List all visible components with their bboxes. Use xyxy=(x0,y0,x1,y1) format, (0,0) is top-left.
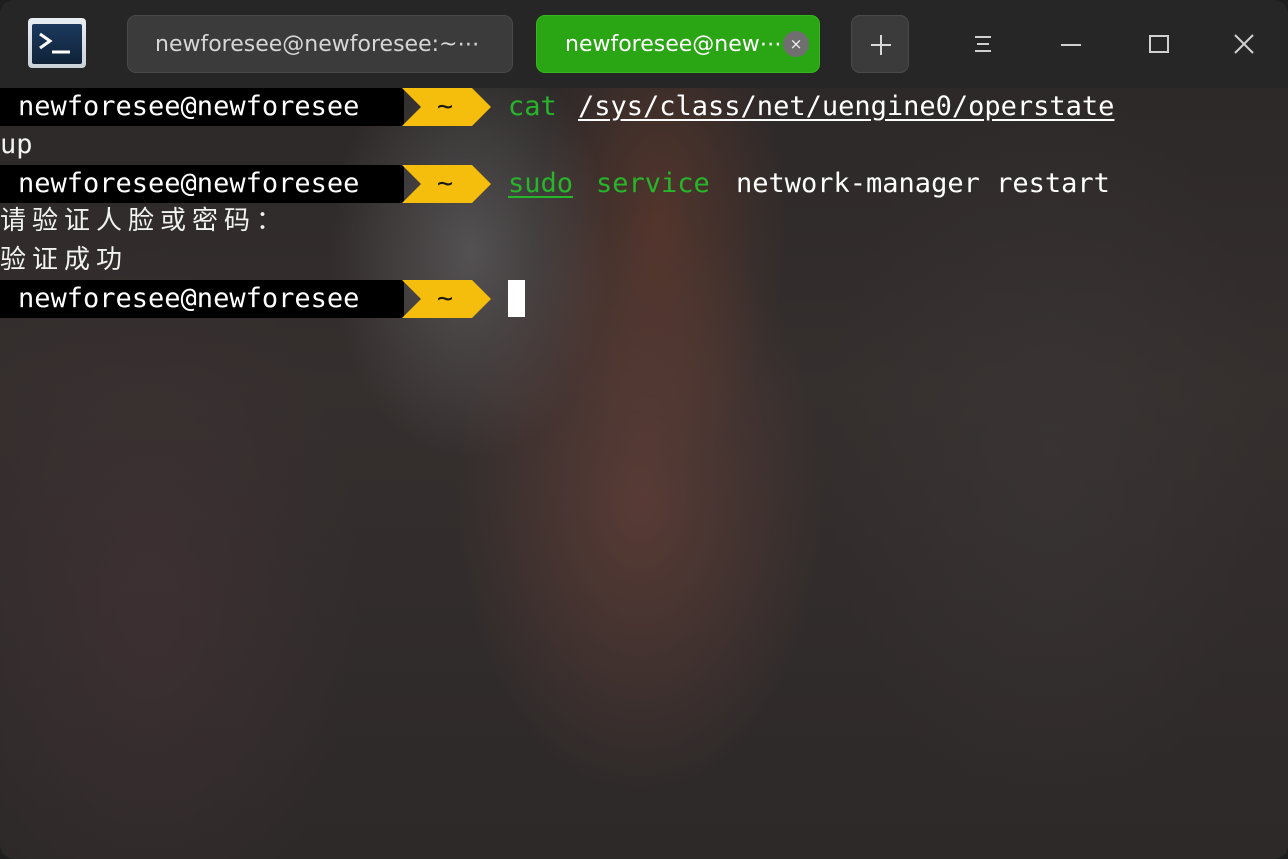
minimize-icon xyxy=(1061,44,1081,46)
maximize-icon xyxy=(1149,35,1169,53)
plus-icon xyxy=(871,35,891,55)
prompt-line: newforesee@newforesee ~ xyxy=(0,280,1288,318)
tab-title: newforesee@newforesee:~⋯ xyxy=(155,32,480,57)
output-line: 请验证人脸或密码： xyxy=(0,206,289,236)
terminal-app-icon-screen xyxy=(32,24,82,64)
menu-button[interactable] xyxy=(961,22,1005,66)
title-bar: newforesee@newforesee:~⋯ newforesee@new⋯… xyxy=(0,0,1288,88)
output-line: 验证成功 xyxy=(0,245,129,275)
terminal-output[interactable]: newforesee@newforesee ~ cat /sys/class/n… xyxy=(0,88,1288,859)
minimize-button[interactable] xyxy=(1049,22,1093,66)
prompt-line: newforesee@newforesee ~ sudo service net… xyxy=(0,165,1288,203)
command-word: sudo xyxy=(508,168,574,199)
prompt-glyph-icon xyxy=(39,32,70,54)
close-tab-icon[interactable]: × xyxy=(783,31,809,57)
prompt-dir: ~ xyxy=(436,168,454,199)
command-word: cat xyxy=(508,91,557,122)
tab-title: newforesee@new⋯ xyxy=(565,32,782,57)
command-word-2: service xyxy=(596,168,710,199)
tab-inactive[interactable]: newforesee@newforesee:~⋯ xyxy=(127,15,513,73)
terminal-window: newforesee@newforesee:~⋯ newforesee@new⋯… xyxy=(0,0,1288,859)
prompt-user-host: newforesee@newforesee xyxy=(0,165,404,203)
tab-active[interactable]: newforesee@new⋯ × xyxy=(536,15,820,73)
prompt-dir: ~ xyxy=(436,283,454,314)
text-cursor xyxy=(508,280,525,317)
command-arguments: network-manager restart xyxy=(736,168,1110,199)
terminal-app-icon[interactable] xyxy=(28,18,86,68)
prompt-user-host: newforesee@newforesee xyxy=(0,88,404,126)
new-tab-button[interactable] xyxy=(851,15,909,73)
prompt-dir: ~ xyxy=(436,91,454,122)
prompt-user-host: newforesee@newforesee xyxy=(0,280,404,318)
maximize-button[interactable] xyxy=(1137,22,1181,66)
close-window-button[interactable] xyxy=(1222,22,1266,66)
menu-icon xyxy=(975,36,991,52)
output-line: up xyxy=(0,129,33,160)
command-argument: /sys/class/net/uengine0/operstate xyxy=(578,91,1115,122)
prompt-line: newforesee@newforesee ~ cat /sys/class/n… xyxy=(0,88,1288,126)
close-icon xyxy=(1234,34,1254,54)
